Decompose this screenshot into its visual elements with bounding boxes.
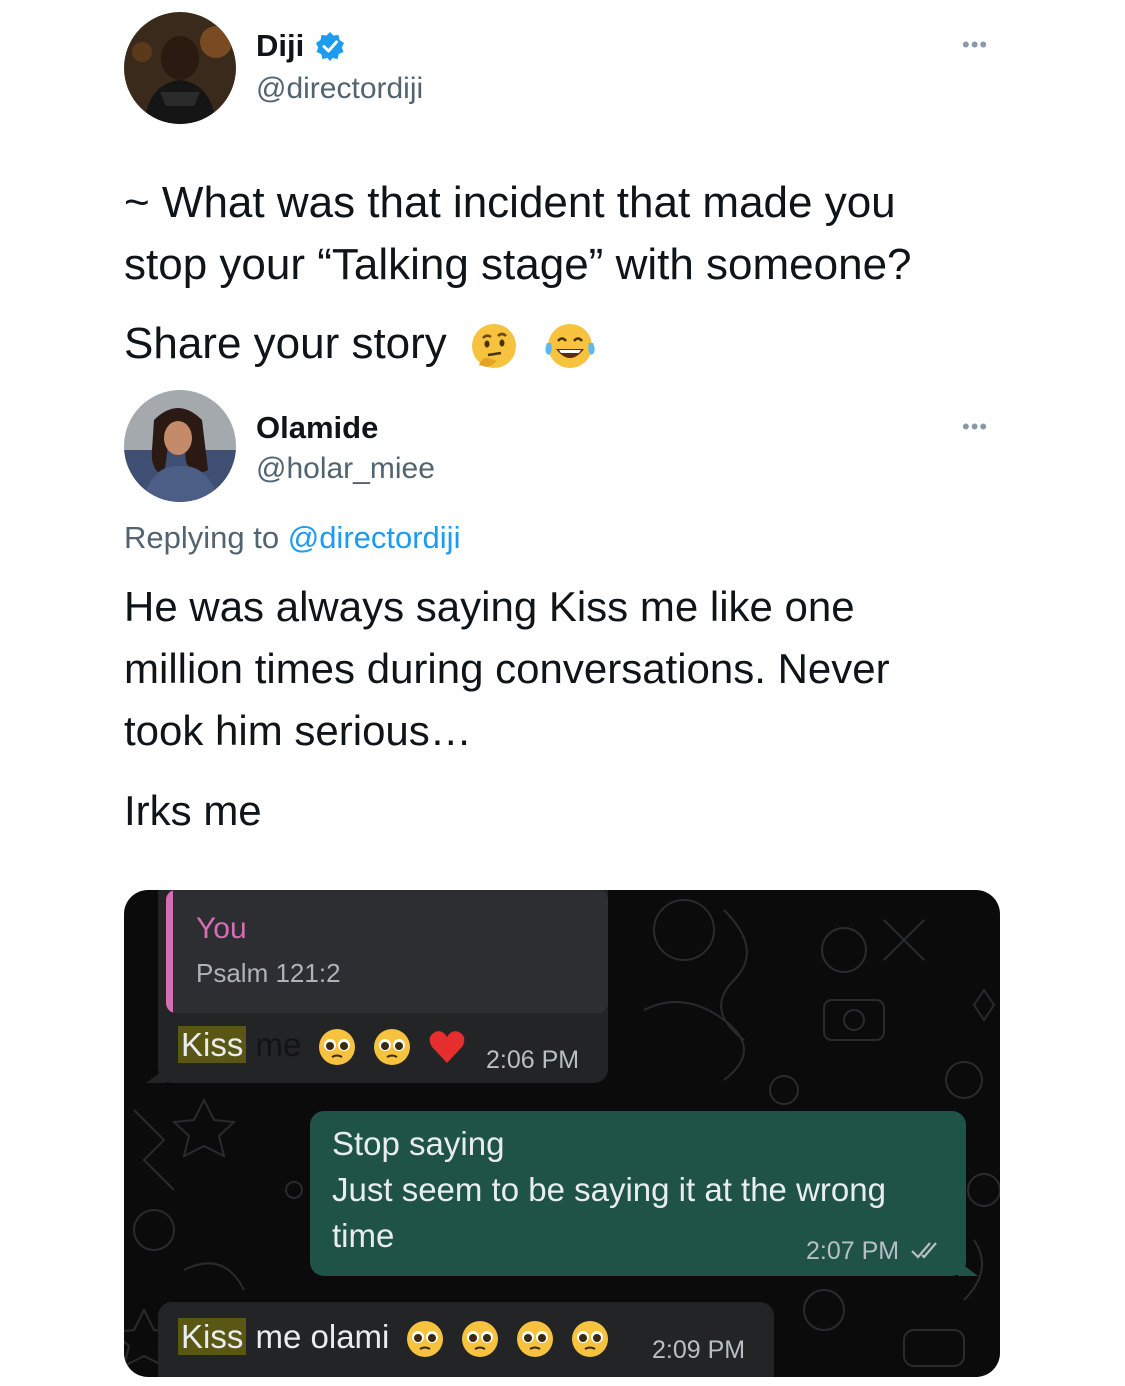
incoming-message-bubble[interactable]: Kiss me olami 2:09 PM	[158, 1302, 774, 1377]
diji-display-name[interactable]: Diji	[256, 28, 304, 64]
tweet-body-line2: stop your “Talking stage” with someone?	[124, 240, 912, 289]
pleading-face-icon	[461, 1321, 498, 1358]
outgoing-message-bubble[interactable]: Stop saying Just seem to be saying it at…	[310, 1111, 966, 1276]
red-heart-icon	[429, 1031, 465, 1064]
reply-body-line1: He was always saying Kiss me like one	[124, 583, 855, 630]
reply-body-line4: Irks me	[124, 787, 262, 834]
outgoing-text-line2: Just seem to be saying it at the wrong	[332, 1171, 886, 1208]
more-options-icon[interactable]: •••	[962, 414, 988, 440]
message-text-rest: me	[246, 1026, 302, 1063]
olamide-avatar[interactable]	[124, 390, 236, 502]
message-text: Kiss me	[178, 1026, 467, 1067]
outgoing-text-line1: Stop saying	[332, 1125, 505, 1162]
incoming-bubble-tail	[146, 1068, 166, 1083]
olamide-display-name[interactable]: Olamide	[256, 410, 378, 446]
more-options-icon[interactable]: •••	[962, 32, 988, 58]
replying-to-line: Replying to @directordiji	[124, 520, 460, 556]
message-text-rest: me olami	[246, 1318, 390, 1355]
reply-body-line3: took him serious…	[124, 707, 472, 754]
tweet-body-line3-text: Share your story	[124, 319, 447, 368]
thinking-face-icon	[472, 324, 517, 369]
double-check-icon	[911, 1242, 937, 1259]
search-highlight: Kiss	[178, 1318, 247, 1355]
tweet-body-line3: Share your story	[124, 313, 599, 375]
message-timestamp: 2:07 PM	[806, 1237, 900, 1265]
quote-accent-bar	[166, 890, 173, 1013]
message-timestamp: 2:09 PM	[652, 1336, 746, 1364]
pleading-face-icon	[406, 1321, 443, 1358]
search-highlight: Kiss	[178, 1026, 247, 1063]
tweet-body-line1: ~ What was that incident that made you	[124, 178, 896, 227]
diji-handle[interactable]: @directordiji	[256, 72, 423, 106]
olamide-handle[interactable]: @holar_miee	[256, 452, 435, 486]
pleading-face-icon	[373, 1029, 410, 1066]
quoted-reply[interactable]: You Psalm 121:2	[166, 890, 608, 1013]
tears-of-joy-icon	[545, 324, 595, 369]
reply-body-line2: million times during conversations. Neve…	[124, 645, 890, 692]
message-text: Kiss me olami	[178, 1318, 610, 1359]
outgoing-bubble-tail	[958, 1261, 978, 1276]
pleading-face-icon	[572, 1321, 609, 1358]
quoted-sender: You	[196, 912, 247, 945]
quoted-text: Psalm 121:2	[196, 958, 341, 988]
pleading-face-icon	[318, 1029, 355, 1066]
diji-avatar[interactable]	[124, 12, 236, 124]
replying-to-label: Replying to	[124, 520, 280, 555]
verified-badge-icon	[316, 32, 344, 61]
outgoing-text-line3: time	[332, 1217, 395, 1254]
pleading-face-icon	[516, 1321, 553, 1358]
message-timestamp: 2:06 PM	[486, 1046, 580, 1074]
attached-chat-screenshot[interactable]: You Psalm 121:2 Kiss me 2:06 PM Stop say…	[124, 890, 1000, 1377]
replying-to-mention-link[interactable]: @directordiji	[288, 520, 461, 555]
